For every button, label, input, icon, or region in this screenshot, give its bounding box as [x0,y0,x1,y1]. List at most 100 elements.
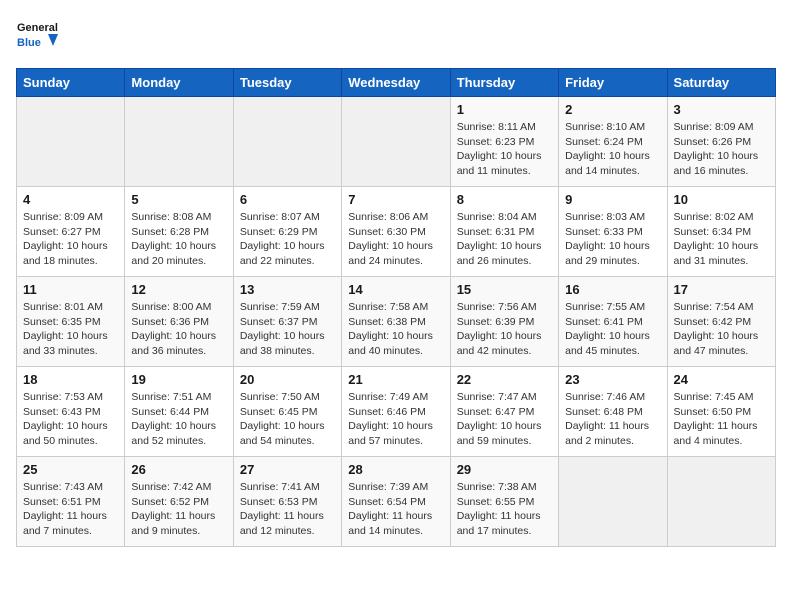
calendar-cell: 5Sunrise: 8:08 AM Sunset: 6:28 PM Daylig… [125,187,233,277]
day-info: Sunrise: 8:06 AM Sunset: 6:30 PM Dayligh… [348,210,443,269]
day-info: Sunrise: 7:38 AM Sunset: 6:55 PM Dayligh… [457,480,552,539]
day-info: Sunrise: 8:09 AM Sunset: 6:27 PM Dayligh… [23,210,118,269]
day-header-friday: Friday [559,69,667,97]
day-number: 25 [23,462,118,477]
calendar-cell: 7 Sunrise: 8:06 AM Sunset: 6:30 PM Daylig… [342,187,450,277]
day-number: 26 [131,462,226,477]
day-header-wednesday: Wednesday [342,69,450,97]
calendar-cell: 1Sunrise: 8:11 AM Sunset: 6:23 PM Daylig… [450,97,558,187]
calendar-cell: 8 Sunrise: 8:04 AM Sunset: 6:31 PM Daylig… [450,187,558,277]
day-header-sunday: Sunday [17,69,125,97]
day-number: 17 [674,282,769,297]
day-info: Sunrise: 7:53 AM Sunset: 6:43 PM Dayligh… [23,390,118,449]
svg-text:General: General [17,22,58,34]
day-number: 15 [457,282,552,297]
day-info: Sunrise: 7:47 AM Sunset: 6:47 PM Dayligh… [457,390,552,449]
calendar-table: SundayMondayTuesdayWednesdayThursdayFrid… [16,68,776,547]
calendar-cell: 6 Sunrise: 8:07 AM Sunset: 6:29 PM Daylig… [233,187,341,277]
calendar-cell: 15Sunrise: 7:56 AM Sunset: 6:39 PM Dayli… [450,277,558,367]
day-info: Sunrise: 7:45 AM Sunset: 6:50 PM Dayligh… [674,390,769,449]
day-info: Sunrise: 7:46 AM Sunset: 6:48 PM Dayligh… [565,390,660,449]
day-info: Sunrise: 8:07 AM Sunset: 6:29 PM Dayligh… [240,210,335,269]
logo: General Blue [16,16,58,58]
day-number: 12 [131,282,226,297]
day-number: 11 [23,282,118,297]
day-info: Sunrise: 7:50 AM Sunset: 6:45 PM Dayligh… [240,390,335,449]
day-number: 3 [674,102,769,117]
calendar-cell: 24 Sunrise: 7:45 AM Sunset: 6:50 PM Dayli… [667,367,775,457]
calendar-week-2: 4 Sunrise: 8:09 AM Sunset: 6:27 PM Daylig… [17,187,776,277]
day-number: 7 [348,192,443,207]
calendar-cell: 14 Sunrise: 7:58 AM Sunset: 6:38 PM Dayli… [342,277,450,367]
calendar-cell [125,97,233,187]
day-number: 29 [457,462,552,477]
calendar-cell [342,97,450,187]
day-number: 4 [23,192,118,207]
calendar-cell: 18Sunrise: 7:53 AM Sunset: 6:43 PM Dayli… [17,367,125,457]
day-info: Sunrise: 7:54 AM Sunset: 6:42 PM Dayligh… [674,300,769,359]
day-number: 28 [348,462,443,477]
calendar-cell: 9 Sunrise: 8:03 AM Sunset: 6:33 PM Daylig… [559,187,667,277]
calendar-cell [559,457,667,547]
calendar-cell: 10Sunrise: 8:02 AM Sunset: 6:34 PM Dayli… [667,187,775,277]
day-header-saturday: Saturday [667,69,775,97]
day-info: Sunrise: 7:59 AM Sunset: 6:37 PM Dayligh… [240,300,335,359]
day-number: 9 [565,192,660,207]
calendar-week-1: 1Sunrise: 8:11 AM Sunset: 6:23 PM Daylig… [17,97,776,187]
calendar-week-5: 25 Sunrise: 7:43 AM Sunset: 6:51 PM Dayli… [17,457,776,547]
day-number: 6 [240,192,335,207]
day-number: 23 [565,372,660,387]
calendar-cell [233,97,341,187]
day-info: Sunrise: 8:03 AM Sunset: 6:33 PM Dayligh… [565,210,660,269]
day-info: Sunrise: 7:51 AM Sunset: 6:44 PM Dayligh… [131,390,226,449]
day-number: 14 [348,282,443,297]
logo: General Blue [16,16,58,58]
day-number: 16 [565,282,660,297]
day-info: Sunrise: 8:04 AM Sunset: 6:31 PM Dayligh… [457,210,552,269]
day-info: Sunrise: 8:00 AM Sunset: 6:36 PM Dayligh… [131,300,226,359]
day-info: Sunrise: 7:55 AM Sunset: 6:41 PM Dayligh… [565,300,660,359]
day-header-monday: Monday [125,69,233,97]
day-number: 10 [674,192,769,207]
day-header-thursday: Thursday [450,69,558,97]
calendar-cell [17,97,125,187]
day-number: 13 [240,282,335,297]
day-info: Sunrise: 7:41 AM Sunset: 6:53 PM Dayligh… [240,480,335,539]
day-info: Sunrise: 7:42 AM Sunset: 6:52 PM Dayligh… [131,480,226,539]
calendar-cell: 26 Sunrise: 7:42 AM Sunset: 6:52 PM Dayli… [125,457,233,547]
calendar-cell: 12 Sunrise: 8:00 AM Sunset: 6:36 PM Dayli… [125,277,233,367]
day-info: Sunrise: 7:58 AM Sunset: 6:38 PM Dayligh… [348,300,443,359]
calendar-cell: 22 Sunrise: 7:47 AM Sunset: 6:47 PM Dayli… [450,367,558,457]
day-info: Sunrise: 7:49 AM Sunset: 6:46 PM Dayligh… [348,390,443,449]
day-number: 5 [131,192,226,207]
svg-text:Blue: Blue [17,37,41,49]
day-number: 22 [457,372,552,387]
day-info: Sunrise: 8:09 AM Sunset: 6:26 PM Dayligh… [674,120,769,179]
calendar-header-row: SundayMondayTuesdayWednesdayThursdayFrid… [17,69,776,97]
day-number: 19 [131,372,226,387]
day-header-tuesday: Tuesday [233,69,341,97]
calendar-cell: 20Sunrise: 7:50 AM Sunset: 6:45 PM Dayli… [233,367,341,457]
day-number: 24 [674,372,769,387]
calendar-cell: 17 Sunrise: 7:54 AM Sunset: 6:42 PM Dayli… [667,277,775,367]
calendar-cell: 28 Sunrise: 7:39 AM Sunset: 6:54 PM Dayli… [342,457,450,547]
calendar-body: 1Sunrise: 8:11 AM Sunset: 6:23 PM Daylig… [17,97,776,547]
logo-icon: General Blue [16,16,58,58]
calendar-cell: 3 Sunrise: 8:09 AM Sunset: 6:26 PM Daylig… [667,97,775,187]
calendar-week-4: 18Sunrise: 7:53 AM Sunset: 6:43 PM Dayli… [17,367,776,457]
calendar-cell: 4 Sunrise: 8:09 AM Sunset: 6:27 PM Daylig… [17,187,125,277]
day-info: Sunrise: 7:39 AM Sunset: 6:54 PM Dayligh… [348,480,443,539]
calendar-cell [667,457,775,547]
calendar-cell: 23 Sunrise: 7:46 AM Sunset: 6:48 PM Dayli… [559,367,667,457]
calendar-cell: 11 Sunrise: 8:01 AM Sunset: 6:35 PM Dayli… [17,277,125,367]
day-number: 1 [457,102,552,117]
day-info: Sunrise: 8:01 AM Sunset: 6:35 PM Dayligh… [23,300,118,359]
day-number: 27 [240,462,335,477]
calendar-cell: 2Sunrise: 8:10 AM Sunset: 6:24 PM Daylig… [559,97,667,187]
calendar-cell: 25 Sunrise: 7:43 AM Sunset: 6:51 PM Dayli… [17,457,125,547]
calendar-cell: 13 Sunrise: 7:59 AM Sunset: 6:37 PM Dayli… [233,277,341,367]
calendar-cell: 27 Sunrise: 7:41 AM Sunset: 6:53 PM Dayli… [233,457,341,547]
calendar-cell: 16 Sunrise: 7:55 AM Sunset: 6:41 PM Dayli… [559,277,667,367]
day-number: 8 [457,192,552,207]
day-info: Sunrise: 7:43 AM Sunset: 6:51 PM Dayligh… [23,480,118,539]
